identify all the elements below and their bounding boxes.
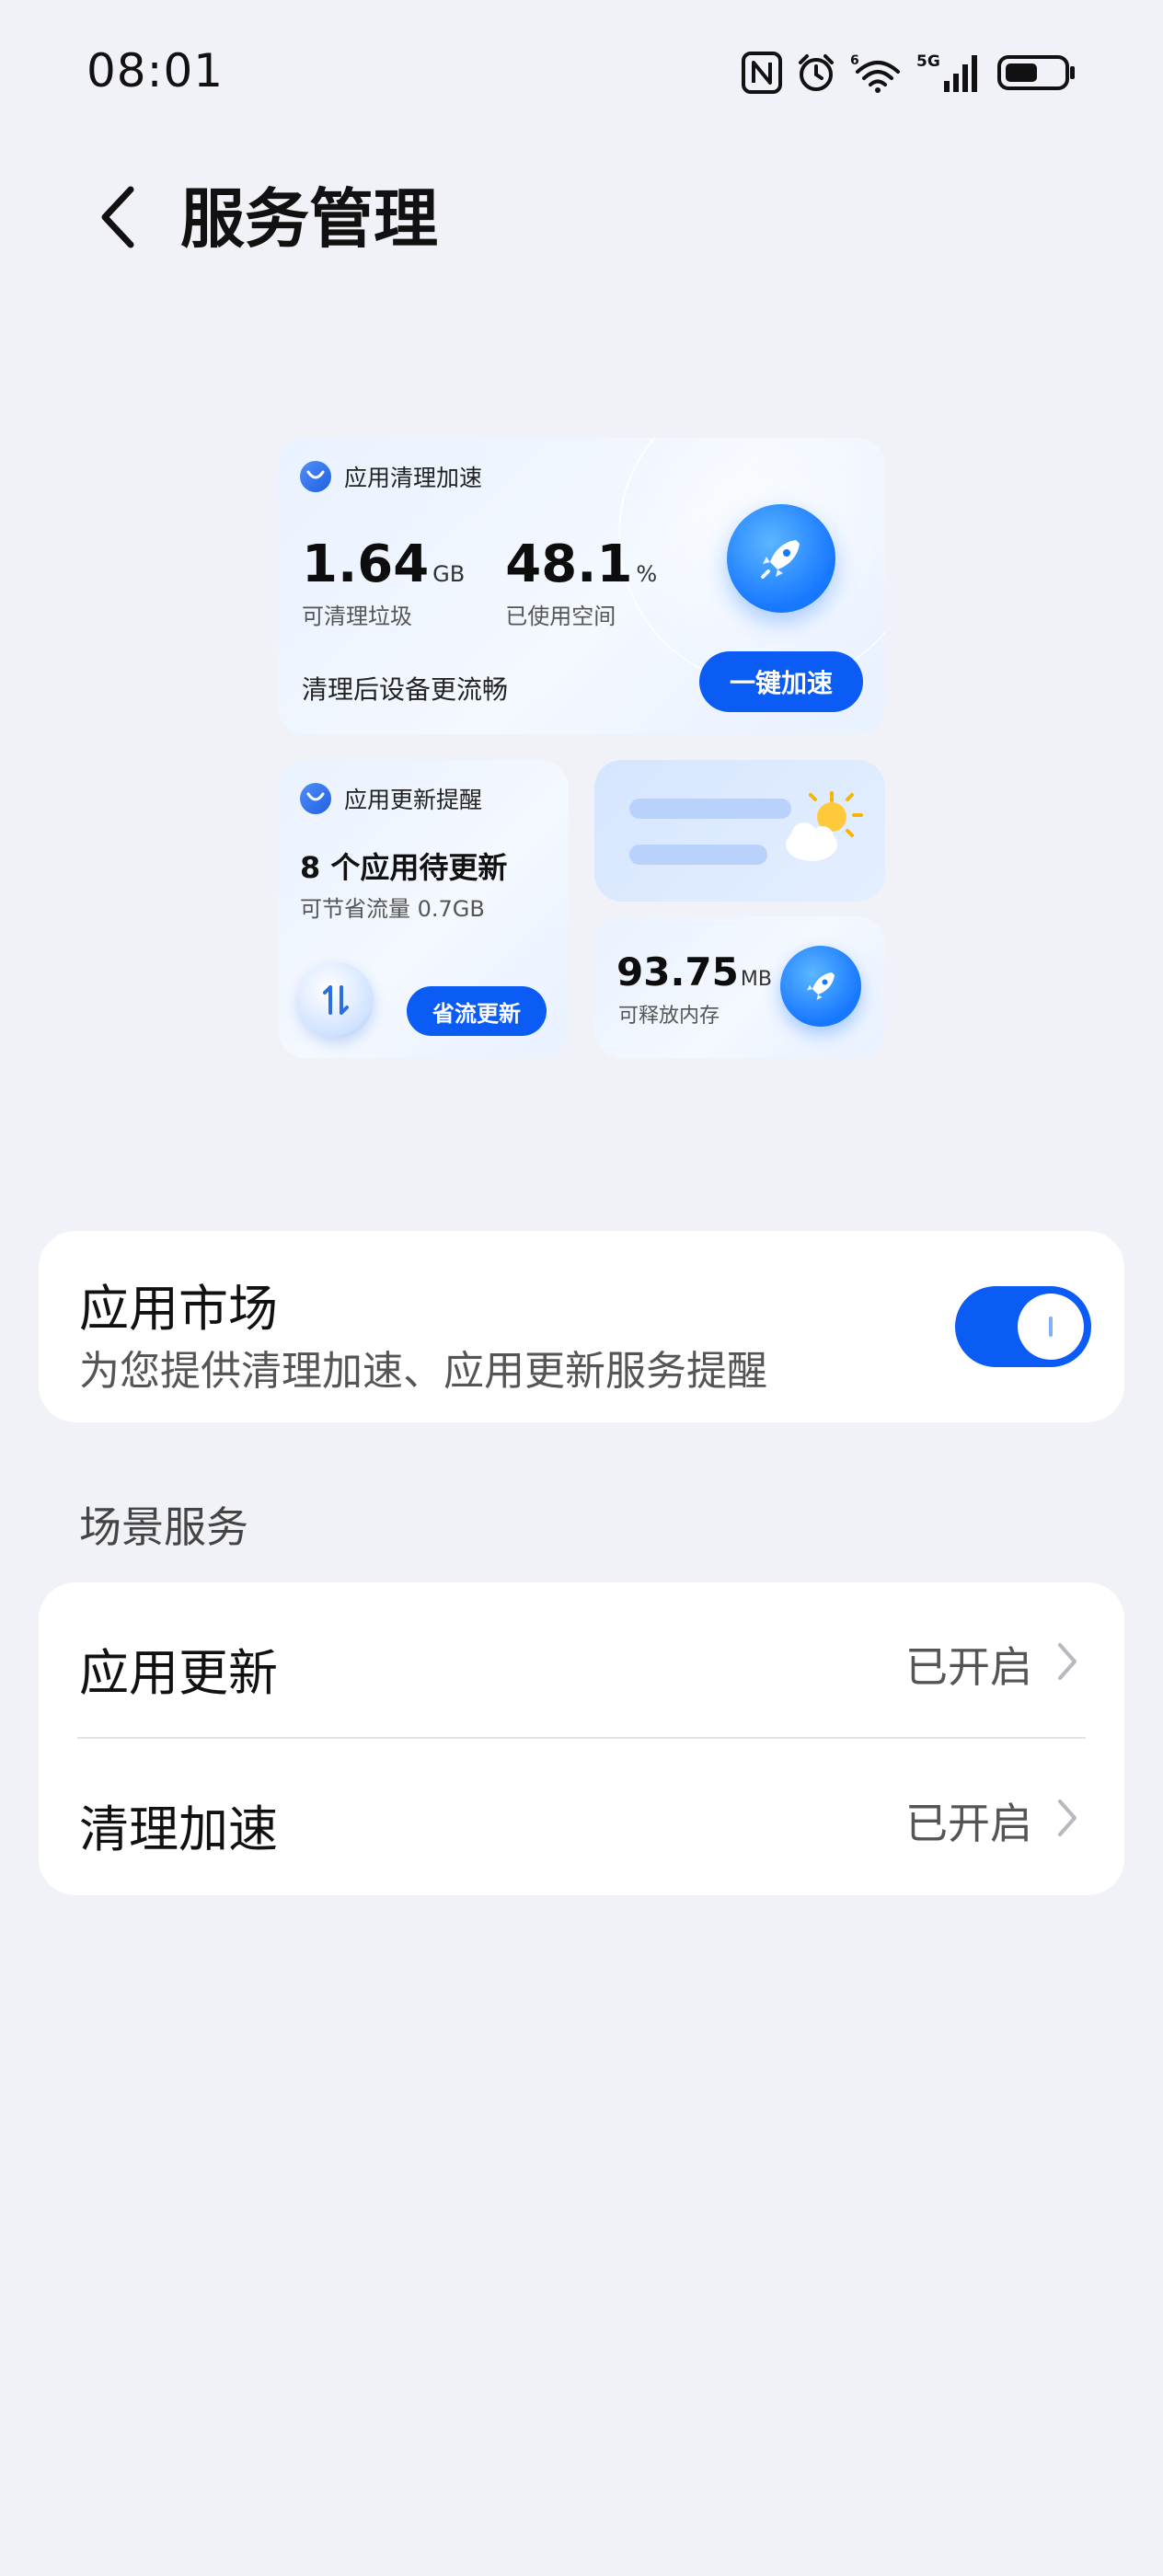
clean-stats: 1.64 GB 可清理垃圾 48.1% 已使用空间	[302, 537, 657, 630]
sun-cloud-icon	[778, 788, 867, 874]
used-stat: 48.1% 已使用空间	[505, 537, 657, 630]
page-title: 服务管理	[180, 181, 438, 257]
rocket-icon	[727, 504, 835, 613]
junk-value: 1.64	[302, 535, 430, 594]
app-market-card: 应用市场 为您提供清理加速、应用更新服务提醒	[39, 1231, 1124, 1422]
status-time: 08:01	[86, 44, 225, 98]
update-widget-header: 应用更新提醒	[300, 782, 482, 815]
nfc-icon	[742, 52, 782, 94]
update-widget-title: 应用更新提醒	[344, 787, 483, 813]
memory-widget: 93.75MB 可释放内存	[594, 916, 885, 1058]
widget-preview: 应用清理加速 1.64 GB 可清理垃圾 48.1% 已使用空间 清理后设备更流畅…	[278, 438, 885, 1058]
alarm-icon	[795, 52, 837, 94]
chevron-right-icon	[1056, 1798, 1078, 1842]
rocket-icon	[780, 946, 861, 1027]
clean-widget: 应用清理加速 1.64 GB 可清理垃圾 48.1% 已使用空间 清理后设备更流畅…	[278, 438, 885, 734]
update-count: 8 个应用待更新	[300, 850, 508, 885]
scene-item-label: 应用更新	[79, 1644, 278, 1702]
scene-item-status: 已开启	[905, 1642, 1032, 1692]
app-market-description: 为您提供清理加速、应用更新服务提醒	[79, 1348, 767, 1395]
clean-widget-title: 应用清理加速	[344, 465, 483, 491]
used-unit: %	[636, 561, 658, 587]
junk-stat: 1.64 GB 可清理垃圾	[302, 537, 465, 630]
scene-item-app-update[interactable]: 应用更新 已开启	[39, 1582, 1124, 1739]
chevron-left-icon	[98, 184, 138, 254]
clean-widget-header: 应用清理加速	[300, 460, 482, 493]
used-value: 48.1	[505, 535, 633, 594]
memory-value-line: 93.75MB	[616, 949, 772, 995]
app-market-logo-icon	[300, 461, 331, 492]
memory-unit: MB	[740, 968, 772, 991]
weather-widget	[594, 760, 885, 902]
update-arrows-icon	[298, 962, 374, 1038]
back-button[interactable]	[88, 180, 147, 258]
wifi-icon: 6	[850, 52, 904, 94]
scene-item-status: 已开启	[905, 1799, 1032, 1848]
one-click-boost-button[interactable]: 一键加速	[699, 651, 863, 712]
app-market-title: 应用市场	[79, 1280, 278, 1338]
chevron-right-icon	[1056, 1641, 1078, 1685]
memory-label: 可释放内存	[618, 1005, 720, 1028]
section-label-scene-services: 场景服务	[79, 1502, 248, 1552]
app-market-toggle[interactable]	[955, 1286, 1091, 1367]
memory-value: 93.75	[616, 949, 739, 995]
clean-tip: 清理后设备更流畅	[302, 674, 509, 705]
app-market-logo-icon	[300, 783, 331, 814]
used-label: 已使用空间	[505, 604, 616, 629]
battery-icon	[997, 52, 1077, 94]
scene-item-clean-boost[interactable]: 清理加速 已开启	[39, 1739, 1124, 1895]
svg-text:6: 6	[850, 53, 859, 68]
junk-label: 可清理垃圾	[302, 604, 412, 629]
junk-unit: GB	[432, 561, 466, 587]
svg-text:5G: 5G	[916, 52, 940, 71]
status-icons: 6 5G	[742, 48, 1077, 98]
toggle-knob	[1018, 1294, 1084, 1360]
scene-item-label: 清理加速	[79, 1800, 278, 1858]
scene-services-card: 应用更新 已开启 清理加速 已开启	[39, 1582, 1124, 1895]
signal-5g-icon: 5G	[916, 52, 985, 94]
status-bar: 08:01 6 5G	[0, 0, 1163, 147]
update-save-text: 可节省流量 0.7GB	[300, 896, 485, 922]
data-saving-update-button[interactable]: 省流更新	[407, 986, 547, 1036]
update-widget: 应用更新提醒 8 个应用待更新 可节省流量 0.7GB 省流更新	[278, 760, 569, 1058]
